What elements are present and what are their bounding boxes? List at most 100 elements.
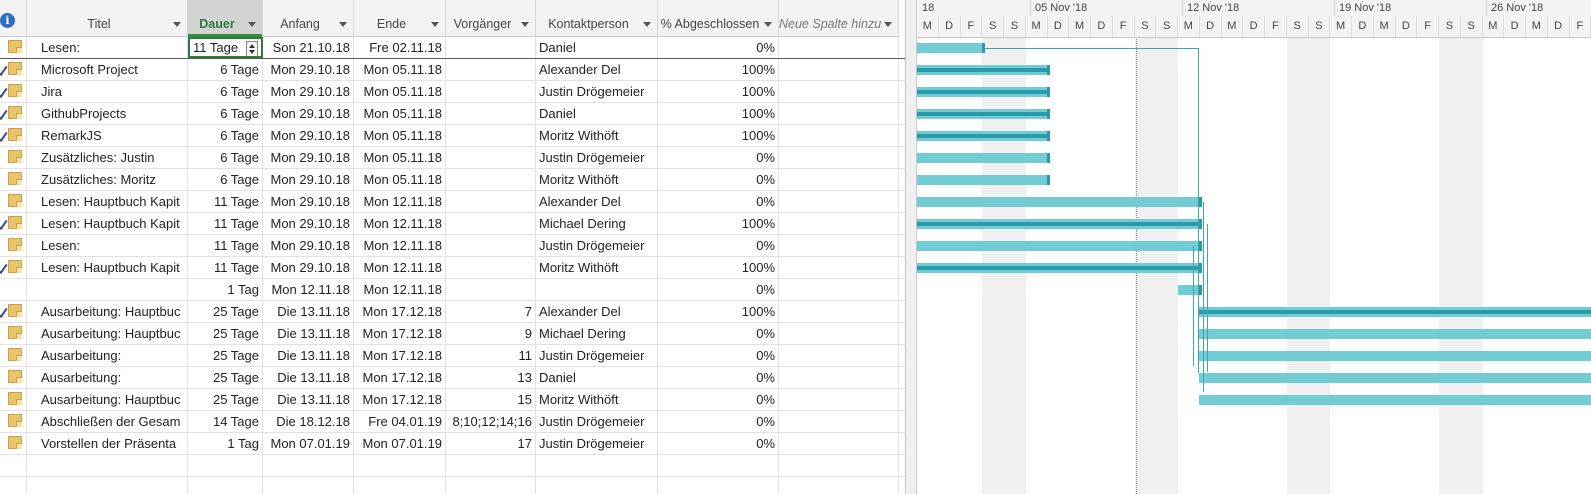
new-column-cell[interactable] <box>779 103 899 124</box>
cell-end[interactable]: Mon 17.12.18 <box>354 301 446 322</box>
cell-end[interactable]: Mon 17.12.18 <box>354 323 446 344</box>
cell-percent[interactable]: 0% <box>658 235 779 256</box>
new-column-cell[interactable] <box>779 81 899 102</box>
indicator-cell[interactable] <box>0 389 27 410</box>
cell-end[interactable]: Mon 05.11.18 <box>354 59 446 80</box>
cell-end[interactable]: Mon 12.11.18 <box>354 235 446 256</box>
column-header-duration[interactable]: Dauer <box>188 0 263 37</box>
empty-cell[interactable] <box>446 455 536 476</box>
new-column-cell[interactable] <box>779 169 899 190</box>
empty-cell[interactable] <box>779 455 899 476</box>
table-row[interactable]: Ausarbeitung: Hauptbuc 25 Tage Die 13.11.1… <box>0 389 905 411</box>
cell-contact[interactable] <box>536 279 658 300</box>
cell-title[interactable]: Zusätzliches: Justin <box>27 147 188 168</box>
cell-title[interactable]: Jira <box>27 81 188 102</box>
cell-title[interactable]: Lesen: Hauptbuch Kapit <box>27 213 188 234</box>
cell-predecessors[interactable]: 15 <box>446 389 536 410</box>
cell-predecessors[interactable] <box>446 37 536 58</box>
task-bar[interactable] <box>917 131 1050 141</box>
table-row[interactable]: Lesen: 11 Tage Son 21.10.18 Fre 02.11.18 Dan… <box>0 37 905 59</box>
chevron-down-icon[interactable] <box>339 22 347 27</box>
table-row[interactable]: Ausarbeitung: 25 Tage Die 13.11.18 Mon 17.1… <box>0 345 905 367</box>
new-column-cell[interactable] <box>779 257 899 278</box>
cell-title[interactable]: Abschließen der Gesam <box>27 411 188 432</box>
indicator-cell[interactable] <box>0 411 27 432</box>
cell-start[interactable]: Mon 29.10.18 <box>263 235 354 256</box>
cell-end[interactable]: Fre 02.11.18 <box>354 37 446 58</box>
cell-duration[interactable]: 6 Tage <box>188 169 263 190</box>
cell-predecessors[interactable] <box>446 59 536 80</box>
empty-cell[interactable] <box>446 477 536 494</box>
cell-predecessors[interactable] <box>446 257 536 278</box>
task-bar[interactable] <box>917 65 1050 75</box>
cell-percent[interactable]: 0% <box>658 37 779 58</box>
table-row[interactable]: Jira 6 Tage Mon 29.10.18 Mon 05.11.18 Justin… <box>0 81 905 103</box>
cell-duration[interactable]: 11 Tage <box>188 37 263 58</box>
indicator-cell[interactable] <box>0 103 27 124</box>
task-bar[interactable] <box>917 219 1202 229</box>
cell-contact[interactable]: Moritz Withöft <box>536 125 658 146</box>
empty-cell[interactable] <box>536 477 658 494</box>
cell-predecessors[interactable] <box>446 125 536 146</box>
indicator-cell[interactable] <box>0 323 27 344</box>
table-row[interactable]: Vorstellen der Präsenta 1 Tag Mon 07.01.19… <box>0 433 905 455</box>
cell-title[interactable]: Zusätzliches: Moritz <box>27 169 188 190</box>
cell-percent[interactable]: 0% <box>658 389 779 410</box>
cell-duration[interactable]: 6 Tage <box>188 103 263 124</box>
cell-predecessors[interactable] <box>446 191 536 212</box>
cell-start[interactable]: Mon 29.10.18 <box>263 125 354 146</box>
table-row[interactable]: Lesen: Hauptbuch Kapit 11 Tage Mon 29.10.1… <box>0 257 905 279</box>
task-bar[interactable] <box>917 175 1050 185</box>
cell-title[interactable] <box>27 279 188 300</box>
cell-duration[interactable]: 6 Tage <box>188 147 263 168</box>
cell-predecessors[interactable] <box>446 169 536 190</box>
cell-end[interactable]: Mon 05.11.18 <box>354 147 446 168</box>
cell-title[interactable]: GithubProjects <box>27 103 188 124</box>
cell-percent[interactable]: 0% <box>658 169 779 190</box>
chevron-down-icon[interactable] <box>643 22 651 27</box>
cell-start[interactable]: Mon 29.10.18 <box>263 191 354 212</box>
empty-cell[interactable] <box>354 455 446 476</box>
empty-cell[interactable] <box>263 477 354 494</box>
new-column-cell[interactable] <box>779 235 899 256</box>
empty-cell[interactable] <box>658 455 779 476</box>
cell-duration[interactable]: 6 Tage <box>188 125 263 146</box>
cell-percent[interactable]: 100% <box>658 81 779 102</box>
split-divider[interactable] <box>905 0 917 494</box>
cell-percent[interactable]: 100% <box>658 301 779 322</box>
indicator-cell[interactable] <box>0 301 27 322</box>
cell-predecessors[interactable] <box>446 147 536 168</box>
empty-cell[interactable] <box>27 477 188 494</box>
task-bar[interactable] <box>1199 395 1591 405</box>
cell-duration[interactable]: 11 Tage <box>188 257 263 278</box>
new-column-cell[interactable] <box>779 213 899 234</box>
cell-contact[interactable]: Moritz Withöft <box>536 257 658 278</box>
cell-contact[interactable]: Justin Drögemeier <box>536 345 658 366</box>
cell-end[interactable]: Mon 17.12.18 <box>354 389 446 410</box>
cell-title[interactable]: Ausarbeitung: Hauptbuc <box>27 323 188 344</box>
indicator-cell[interactable] <box>0 169 27 190</box>
cell-start[interactable]: Die 13.11.18 <box>263 301 354 322</box>
column-header-start[interactable]: Anfang <box>263 0 354 37</box>
indicator-cell[interactable] <box>0 367 27 388</box>
new-column-cell[interactable] <box>779 191 899 212</box>
indicator-cell[interactable] <box>0 59 27 80</box>
table-row[interactable]: RemarkJS 6 Tage Mon 29.10.18 Mon 05.11.18 Mo… <box>0 125 905 147</box>
table-row[interactable]: Lesen: Hauptbuch Kapit 11 Tage Mon 29.10.1… <box>0 191 905 213</box>
column-header-title[interactable]: Titel <box>27 0 188 37</box>
cell-start[interactable]: Mon 07.01.19 <box>263 433 354 454</box>
cell-title[interactable]: Lesen: Hauptbuch Kapit <box>27 257 188 278</box>
empty-cell[interactable] <box>354 477 446 494</box>
cell-duration[interactable]: 6 Tage <box>188 81 263 102</box>
cell-predecessors[interactable] <box>446 103 536 124</box>
task-bar[interactable] <box>917 153 1050 163</box>
cell-end[interactable]: Mon 05.11.18 <box>354 81 446 102</box>
cell-percent[interactable]: 100% <box>658 59 779 80</box>
cell-predecessors[interactable]: 7 <box>446 301 536 322</box>
cell-duration[interactable]: 11 Tage <box>188 235 263 256</box>
cell-predecessors[interactable]: 8;10;12;14;16 <box>446 411 536 432</box>
new-column-cell[interactable] <box>779 389 899 410</box>
chevron-down-icon[interactable] <box>248 22 256 27</box>
cell-contact[interactable]: Moritz Withöft <box>536 169 658 190</box>
task-bar[interactable] <box>1199 329 1591 339</box>
